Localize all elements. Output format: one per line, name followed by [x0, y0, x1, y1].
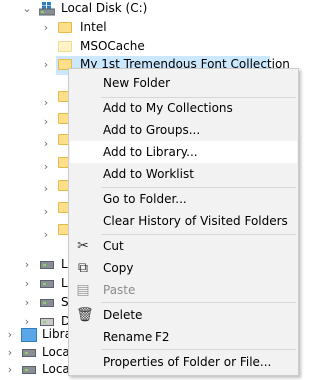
menu-item-add-worklist[interactable]: Add to Worklist: [70, 163, 297, 185]
libraries-icon: [21, 328, 37, 342]
tree-row-intel[interactable]: › Intel: [0, 19, 300, 38]
tree-row-local-disk-c[interactable]: ⌄ Local Disk (C:): [0, 0, 300, 19]
chevron-down-icon[interactable]: ⌄: [22, 3, 32, 14]
chevron-right-icon[interactable]: ›: [22, 297, 32, 308]
menu-item-label: Paste: [103, 283, 136, 297]
chevron-right-icon[interactable]: ›: [41, 206, 51, 217]
menu-item-label: Add to Worklist: [103, 167, 194, 181]
trash-icon: 🗑: [76, 307, 94, 323]
menu-item-rename[interactable]: Rename F2: [70, 326, 297, 348]
menu-item-cut[interactable]: ✂ Cut: [70, 235, 297, 257]
clipboard-icon: ▤: [76, 282, 90, 298]
menu-item-label: Add to Groups...: [103, 123, 201, 137]
menu-item-label: Rename: [103, 330, 153, 344]
tree-label: Local Disk (C:): [61, 1, 148, 15]
menu-item-delete[interactable]: 🗑 Delete: [70, 304, 297, 326]
tree-label: MSOCache: [80, 39, 145, 53]
chevron-right-icon[interactable]: ›: [41, 229, 51, 240]
chevron-right-icon[interactable]: ›: [41, 161, 51, 172]
folder-icon: [58, 22, 72, 33]
tree-label: L: [61, 257, 68, 271]
menu-item-label: Add to My Collections: [103, 101, 233, 115]
chevron-right-icon[interactable]: ›: [5, 347, 15, 358]
menu-item-label: New Folder: [103, 76, 171, 90]
menu-item-copy[interactable]: ⧉ Copy: [70, 257, 297, 279]
tree-row-msocache[interactable]: MSOCache: [0, 38, 300, 57]
menu-item-new-folder[interactable]: New Folder: [70, 72, 297, 94]
chevron-right-icon[interactable]: ›: [41, 138, 51, 149]
shortcut-label: F2: [155, 330, 170, 344]
chevron-right-icon[interactable]: ›: [41, 116, 51, 127]
tree-label: L: [61, 276, 68, 290]
windows-drive-icon: [38, 2, 56, 16]
chevron-right-icon[interactable]: ›: [41, 97, 51, 108]
menu-item-add-collections[interactable]: Add to My Collections: [70, 97, 297, 119]
menu-item-label: Clear History of Visited Folders: [103, 214, 288, 228]
folder-icon: [58, 41, 72, 52]
menu-item-label: Copy: [103, 261, 134, 275]
menu-item-label: Cut: [103, 239, 124, 253]
drive-icon: [40, 299, 54, 307]
menu-item-label: Delete: [103, 308, 143, 322]
drive-icon: [40, 280, 54, 288]
chevron-right-icon[interactable]: ›: [41, 183, 51, 194]
menu-item-properties[interactable]: Properties of Folder or File...: [70, 351, 297, 373]
context-menu: New Folder Add to My Collections Add to …: [68, 68, 299, 376]
menu-separator: [101, 349, 296, 350]
menu-item-clear-history[interactable]: Clear History of Visited Folders: [70, 210, 297, 232]
menu-item-label: Properties of Folder or File...: [103, 355, 272, 369]
chevron-right-icon[interactable]: ›: [22, 259, 32, 270]
chevron-right-icon[interactable]: ›: [22, 278, 32, 289]
drive-icon: [22, 349, 36, 357]
scissors-icon: ✂: [77, 238, 89, 254]
tree-label: Intel: [80, 20, 107, 34]
menu-item-label: Go to Folder...: [103, 192, 187, 206]
menu-separator: [101, 302, 296, 303]
copy-icon: ⧉: [78, 260, 88, 276]
menu-item-label: Add to Library...: [103, 145, 198, 159]
menu-item-add-groups[interactable]: Add to Groups...: [70, 119, 297, 141]
chevron-right-icon[interactable]: ›: [41, 59, 51, 70]
chevron-right-icon[interactable]: ›: [5, 329, 15, 340]
menu-item-go-to-folder[interactable]: Go to Folder...: [70, 188, 297, 210]
chevron-right-icon[interactable]: ›: [41, 22, 51, 33]
menu-item-add-library[interactable]: Add to Library...: [70, 141, 297, 163]
chevron-right-icon[interactable]: ›: [5, 364, 15, 375]
dvd-drive-icon: [40, 318, 54, 326]
drive-icon: [22, 366, 36, 374]
menu-item-paste[interactable]: ▤ Paste: [70, 279, 297, 301]
drive-icon: [40, 261, 54, 269]
